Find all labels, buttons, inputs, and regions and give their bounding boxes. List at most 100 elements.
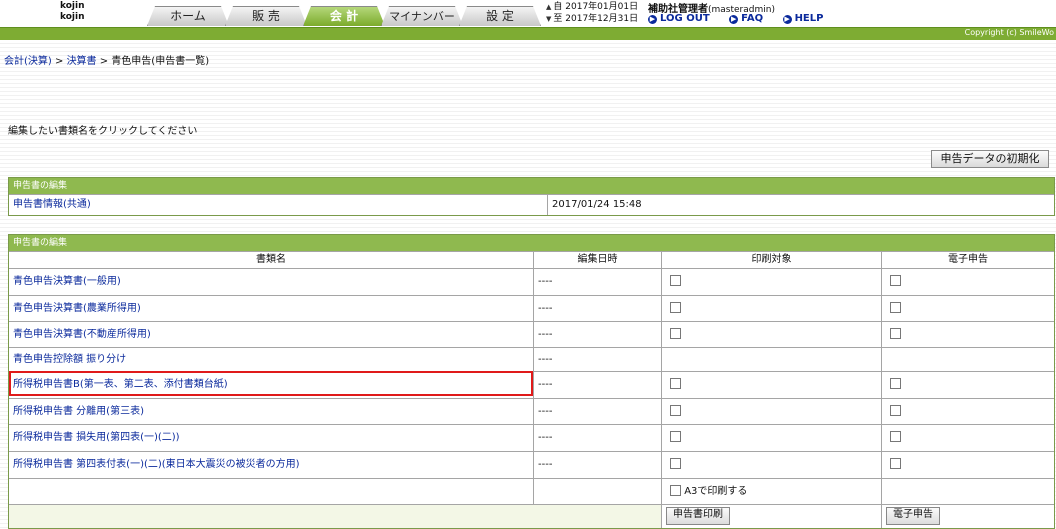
date-from: 2017年01月01日 [565, 2, 639, 12]
a3-checkbox[interactable] [670, 484, 681, 496]
table-row: 青色申告控除額 振り分け ---- [9, 347, 1054, 371]
print-target-checkbox[interactable] [670, 377, 681, 389]
document-name-cell: 青色申告決算書(一般用) [9, 269, 533, 295]
table-row: 申告書情報(共通) 2017/01/24 15:48 [9, 194, 1054, 215]
arrow-circle-icon: ▶ [648, 15, 657, 24]
document-name-cell: 所得税申告書 第四表付表(一)(二)(東日本大震災の被災者の方用) [9, 452, 533, 478]
tab-sales[interactable]: 販 売 [225, 6, 307, 26]
tab-mynumber[interactable]: マイナンバー [381, 6, 463, 26]
print-target-checkbox[interactable] [670, 430, 681, 442]
document-link[interactable]: 青色申告決算書(不動産所得用) [13, 329, 151, 340]
table-row: 青色申告決算書(不動産所得用) ---- [9, 321, 1054, 347]
col-header-edited: 編集日時 [533, 252, 661, 268]
document-link[interactable]: 青色申告決算書(農業所得用) [13, 303, 141, 314]
initialize-data-button[interactable]: 申告データの初期化 [931, 150, 1049, 168]
efile-checkbox[interactable] [890, 377, 901, 389]
efile-button-cell: 電子申告 [881, 505, 1054, 528]
edited-date-cell: ---- [533, 269, 661, 295]
section-title: 申告書の編集 [9, 178, 1054, 194]
tab-home[interactable]: ホーム [147, 6, 229, 26]
document-name-cell: 青色申告決算書(農業所得用) [9, 296, 533, 321]
print-target-cell [661, 372, 881, 398]
document-link[interactable]: 所得税申告書 第四表付表(一)(二)(東日本大震災の被災者の方用) [13, 459, 300, 470]
print-target-cell [661, 452, 881, 478]
common-info-cell: 申告書情報(共通) [9, 195, 547, 215]
edited-date-cell: ---- [533, 348, 661, 371]
help-label: HELP [794, 13, 824, 24]
common-info-panel: 申告書の編集 申告書情報(共通) 2017/01/24 15:48 [8, 177, 1055, 216]
efile-checkbox[interactable] [890, 327, 901, 339]
breadcrumb-accounting[interactable]: 会計(決算) [4, 56, 52, 67]
efile-checkbox[interactable] [890, 457, 901, 469]
efile-checkbox[interactable] [890, 274, 901, 286]
print-target-cell [661, 348, 881, 371]
selection-highlight [9, 371, 533, 396]
efile-cell [881, 348, 1054, 371]
print-button-cell: 申告書印刷 [661, 505, 881, 528]
document-name-cell: 所得税申告書 損失用(第四表(一)(二)) [9, 425, 533, 451]
tab-sales-label: 販 売 [252, 9, 280, 23]
copyright: Copyright (c) SmileWo [964, 28, 1054, 37]
faq-label: FAQ [741, 13, 764, 24]
print-target-checkbox[interactable] [670, 404, 681, 416]
edited-date-cell: ---- [533, 296, 661, 321]
document-name-cell: 青色申告決算書(不動産所得用) [9, 322, 533, 347]
edited-date-cell: ---- [533, 322, 661, 347]
breadcrumb-financial-statements[interactable]: 決算書 [67, 56, 97, 67]
print-target-checkbox[interactable] [670, 327, 681, 339]
edited-date-cell: ---- [533, 399, 661, 424]
efile-button[interactable]: 電子申告 [886, 507, 940, 525]
print-button[interactable]: 申告書印刷 [666, 507, 730, 525]
help-link[interactable]: ▶ HELP [782, 13, 824, 24]
efile-checkbox[interactable] [890, 404, 901, 416]
date-down-icon[interactable]: ▼ [546, 15, 551, 23]
print-target-cell [661, 269, 881, 295]
common-info-link[interactable]: 申告書情報(共通) [13, 199, 91, 210]
efile-cell [881, 322, 1054, 347]
col-header-print: 印刷対象 [661, 252, 881, 268]
edited-date-cell: ---- [533, 372, 661, 398]
efile-checkbox[interactable] [890, 301, 901, 313]
a3-option-row: A3で印刷する [9, 478, 1054, 504]
section-title: 申告書の編集 [9, 235, 1054, 251]
tab-home-label: ホーム [170, 9, 206, 23]
tab-mynumber-label: マイナンバー [389, 10, 455, 23]
table-row: 所得税申告書 分離用(第三表) ---- [9, 398, 1054, 424]
document-link[interactable]: 青色申告決算書(一般用) [13, 276, 121, 287]
header-bar [0, 27, 1056, 40]
tab-accounting-label: 会 計 [329, 9, 359, 23]
document-name-cell: 所得税申告書 分離用(第三表) [9, 399, 533, 424]
date-up-icon[interactable]: ▲ [546, 3, 551, 11]
empty-cell [881, 479, 1054, 504]
arrow-circle-icon: ▶ [782, 15, 792, 24]
table-row: 青色申告決算書(農業所得用) ---- [9, 295, 1054, 321]
print-target-cell [661, 296, 881, 321]
print-target-checkbox[interactable] [670, 301, 681, 313]
document-link[interactable]: 所得税申告書 分離用(第三表) [13, 406, 144, 417]
table-row: 青色申告決算書(一般用) ---- [9, 268, 1054, 295]
logout-label: LOG OUT [660, 13, 710, 24]
date-from-label: 自 [553, 2, 563, 12]
document-link[interactable]: 所得税申告書 損失用(第四表(一)(二)) [13, 432, 180, 443]
tab-settings[interactable]: 設 定 [459, 6, 541, 26]
tab-accounting[interactable]: 会 計 [303, 6, 385, 26]
print-target-cell [661, 322, 881, 347]
col-header-document: 書類名 [9, 252, 533, 268]
edited-date-cell: ---- [533, 425, 661, 451]
document-link[interactable]: 青色申告控除額 振り分け [13, 354, 126, 365]
print-target-checkbox[interactable] [670, 457, 681, 469]
efile-cell [881, 296, 1054, 321]
efile-checkbox[interactable] [890, 430, 901, 442]
action-row: 申告書印刷 電子申告 [9, 504, 1054, 528]
a3-label: A3で印刷する [684, 486, 748, 497]
arrow-circle-icon: ▶ [729, 15, 739, 24]
logout-link[interactable]: ▶ LOG OUT [648, 13, 710, 24]
date-to: 2017年12月31日 [565, 14, 639, 24]
faq-link[interactable]: ▶ FAQ [729, 13, 763, 24]
user-names: kojin kojin [60, 1, 85, 23]
fiscal-period: ▲ 自 2017年01月01日 ▼ 至 2017年12月31日 [546, 1, 638, 25]
table-row: 所得税申告書 損失用(第四表(一)(二)) ---- [9, 424, 1054, 451]
efile-cell [881, 452, 1054, 478]
tab-settings-label: 設 定 [486, 9, 514, 23]
print-target-checkbox[interactable] [670, 274, 681, 286]
